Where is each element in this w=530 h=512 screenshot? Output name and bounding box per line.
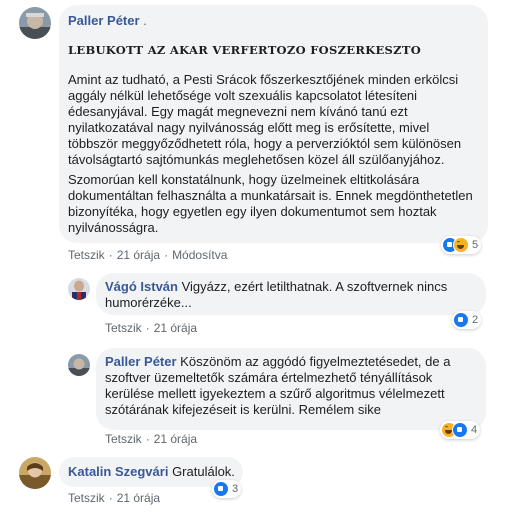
timestamp[interactable]: 21 órája	[117, 491, 160, 505]
timestamp[interactable]: 21 órája	[117, 248, 160, 262]
post-paragraph: Amint az tudható, a Pesti Srácok főszerk…	[68, 72, 462, 167]
reaction-summary[interactable]: 2	[452, 311, 482, 329]
like-icon	[452, 422, 468, 438]
post-title: LEBUKOTT AZ AKAR VERFERTOZO FOSZERKESZTO	[68, 43, 422, 57]
timestamp[interactable]: 21 órája	[154, 321, 197, 335]
comment-text: Gratulálok.	[172, 464, 235, 479]
comment-actions: Tetszik · 21 órája	[105, 431, 198, 446]
comment-body: Vágó István Vigyázz, ezért letilthatnak.…	[105, 279, 475, 311]
comment-author[interactable]: Vágó István	[105, 279, 178, 294]
haha-icon	[453, 237, 469, 253]
avatar[interactable]	[19, 7, 51, 39]
timestamp[interactable]: 21 órája	[154, 432, 197, 446]
like-link[interactable]: Tetszik	[68, 491, 105, 505]
reaction-count: 4	[471, 424, 478, 436]
reaction-summary[interactable]: 5	[441, 236, 482, 254]
comment-header: Paller Péter .	[68, 13, 147, 28]
comment-author[interactable]: Paller Péter	[105, 354, 177, 369]
reaction-count: 5	[472, 239, 479, 251]
comment-bubble: Vágó István Vigyázz, ezért letilthatnak.…	[96, 273, 486, 315]
edited-label[interactable]: Módosítva	[172, 248, 227, 262]
comment-author[interactable]: Paller Péter	[68, 13, 140, 28]
like-icon	[453, 312, 469, 328]
comment-actions: Tetszik · 21 órája	[68, 490, 161, 505]
comment-author[interactable]: Katalin Szegvári	[68, 464, 168, 479]
reaction-summary[interactable]: 3	[212, 480, 242, 498]
reaction-count: 3	[232, 483, 239, 495]
like-link[interactable]: Tetszik	[105, 432, 142, 446]
like-link[interactable]: Tetszik	[105, 321, 142, 335]
comment-body: Katalin Szegvári Gratulálok.	[68, 464, 235, 480]
comment-actions: Tetszik · 21 órája	[105, 320, 198, 335]
author-suffix: .	[143, 13, 147, 28]
like-icon	[213, 481, 229, 497]
reaction-summary[interactable]: 4	[440, 421, 481, 439]
avatar[interactable]	[68, 278, 90, 300]
reaction-count: 2	[472, 314, 479, 326]
comment-body: Paller Péter Köszönöm az aggódó figyelme…	[105, 354, 477, 418]
like-link[interactable]: Tetszik	[68, 248, 105, 262]
avatar[interactable]	[19, 457, 51, 489]
comment-bubble: Paller Péter Köszönöm az aggódó figyelme…	[96, 348, 486, 430]
post-paragraph: Szomorúan kell konstatálnunk, hogy üzelm…	[68, 172, 473, 235]
avatar[interactable]	[68, 354, 90, 376]
comment-bubble: Paller Péter . LEBUKOTT AZ AKAR VERFERTO…	[59, 5, 488, 243]
comment-actions: Tetszik · 21 órája · Módosítva	[68, 247, 228, 262]
